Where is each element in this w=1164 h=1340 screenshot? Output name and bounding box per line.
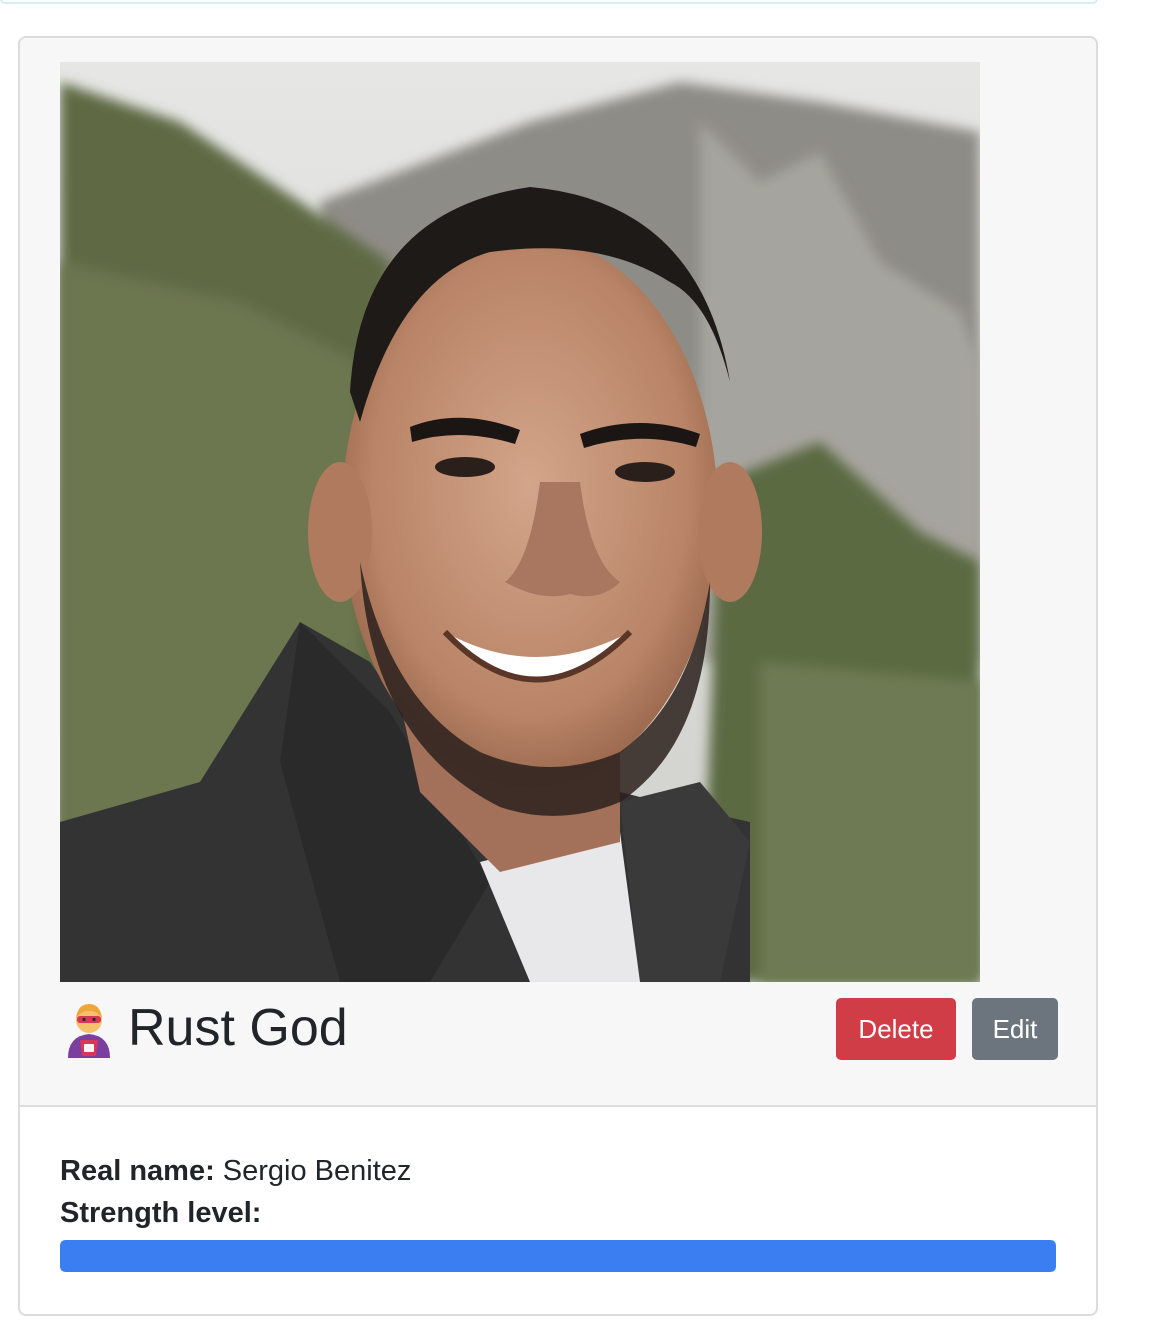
edit-button[interactable]: Edit: [972, 998, 1058, 1060]
hero-card: Rust God Delete Edit Real name: Sergio B…: [18, 36, 1098, 1316]
hero-name: Rust God: [128, 999, 348, 1057]
strength-progress-fill: [60, 1240, 1056, 1272]
superhero-icon: [60, 1000, 118, 1058]
real-name-label: Real name:: [60, 1155, 215, 1187]
real-name-value: Sergio Benitez: [222, 1155, 412, 1187]
previous-card-edge: [0, 0, 1098, 4]
real-name-row: Real name: Sergio Benitez: [60, 1150, 1056, 1192]
strength-row: Strength level:: [60, 1192, 1056, 1234]
delete-button[interactable]: Delete: [836, 998, 956, 1060]
hero-title-row: Rust God Delete Edit: [60, 996, 1058, 1060]
card-header: Rust God Delete Edit: [20, 38, 1096, 1107]
hero-photo: [60, 62, 980, 982]
strength-label: Strength level:: [60, 1197, 262, 1229]
strength-progress-bar: [60, 1240, 1056, 1272]
card-body: Real name: Sergio Benitez Strength level…: [60, 1150, 1056, 1272]
